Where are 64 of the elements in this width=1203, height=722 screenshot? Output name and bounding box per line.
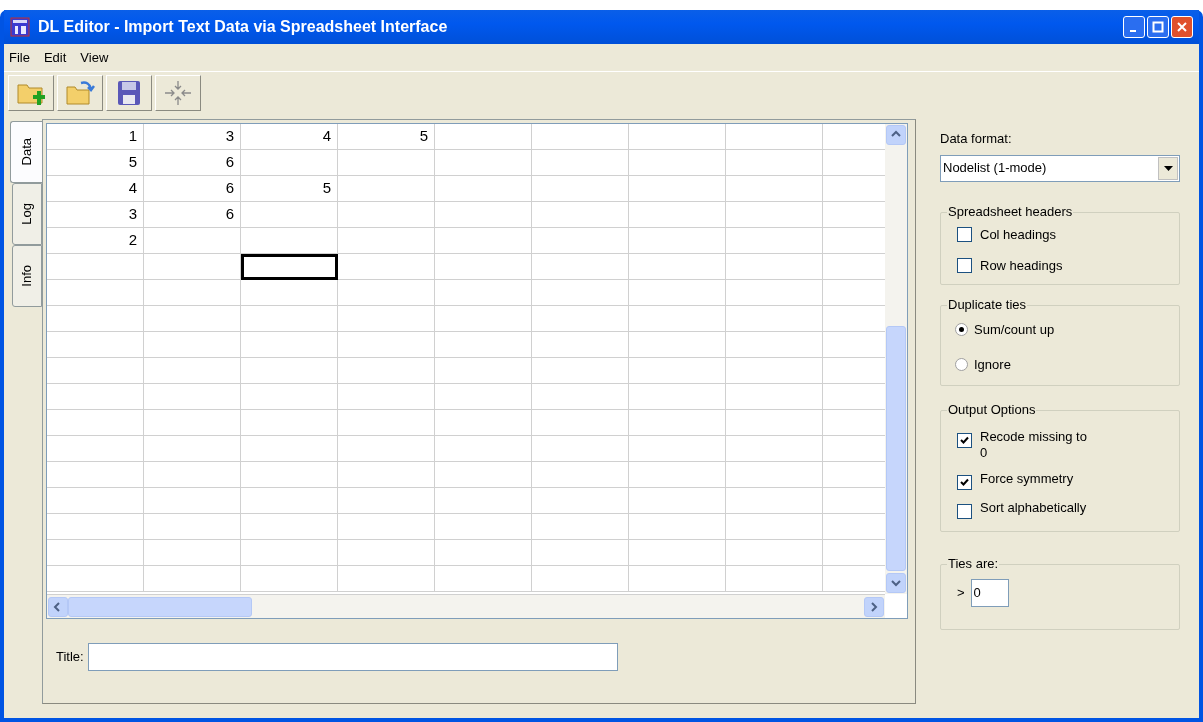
side-tab[interactable]: Info xyxy=(12,245,42,307)
option-label: Col headings xyxy=(980,225,1056,244)
operator-label: > xyxy=(957,583,965,602)
table-cell[interactable] xyxy=(241,254,338,280)
table-cell[interactable]: 2 xyxy=(47,228,144,254)
option-label: Sort alphabetically xyxy=(980,499,1088,516)
table-cell[interactable]: 6 xyxy=(144,150,241,176)
checkbox[interactable] xyxy=(957,503,972,519)
vertical-scrollbar[interactable] xyxy=(885,124,907,594)
table-cell[interactable]: 3 xyxy=(144,124,241,150)
scroll-right-button[interactable] xyxy=(864,596,884,617)
maximize-button[interactable] xyxy=(1147,16,1169,38)
scroll-left-button[interactable] xyxy=(48,596,68,617)
checkmark-icon xyxy=(960,477,969,487)
table-cell[interactable]: 4 xyxy=(241,124,338,150)
table-cell[interactable]: 5 xyxy=(47,150,144,176)
side-tab[interactable]: Log xyxy=(12,183,42,245)
checkbox[interactable] xyxy=(957,432,972,448)
minimize-button[interactable] xyxy=(1123,16,1145,38)
menu-item[interactable]: Edit xyxy=(43,47,67,68)
table-cell[interactable]: 5 xyxy=(338,124,435,150)
scroll-down-button[interactable] xyxy=(886,573,906,593)
close-icon xyxy=(1176,21,1188,33)
scroll-thumb[interactable] xyxy=(886,326,906,571)
option-label: Ignore xyxy=(974,356,1011,374)
scroll-thumb[interactable] xyxy=(68,596,252,617)
open-button[interactable] xyxy=(57,75,103,111)
title-field[interactable] xyxy=(87,643,618,671)
checkbox[interactable] xyxy=(957,226,972,242)
save-button[interactable] xyxy=(106,75,152,111)
minimize-icon xyxy=(1128,30,1137,32)
radio-button[interactable] xyxy=(955,358,968,372)
folder-arrow-icon xyxy=(65,79,95,107)
radio-button[interactable] xyxy=(955,322,968,336)
scroll-up-button[interactable] xyxy=(886,125,906,145)
option-label: Force symmetry xyxy=(980,470,1075,487)
window-title: DL Editor - Import Text Data via Spreadsheet Interface xyxy=(38,17,448,37)
ties-field[interactable]: 0 xyxy=(970,578,1009,607)
inward-arrows-icon xyxy=(163,79,193,107)
checkbox[interactable] xyxy=(957,474,972,490)
checkmark-icon xyxy=(960,435,969,445)
merge-button[interactable] xyxy=(155,75,201,111)
table-cell[interactable]: 3 xyxy=(47,202,144,228)
table-cell[interactable]: 6 xyxy=(144,202,241,228)
option-label: Row headings xyxy=(980,257,1063,275)
close-button[interactable] xyxy=(1171,16,1193,38)
new-button[interactable] xyxy=(8,75,54,111)
maximize-icon xyxy=(1152,21,1164,33)
field-label: Title: xyxy=(56,648,84,667)
data-format-dropdown[interactable]: Nodelist (1-mode) xyxy=(940,154,1180,182)
menu-item[interactable]: View xyxy=(80,47,109,68)
menu-item[interactable]: File xyxy=(9,47,30,68)
table-cell[interactable]: 1 xyxy=(47,124,144,150)
checkbox[interactable] xyxy=(957,258,972,274)
app-icon xyxy=(10,17,30,37)
option-label: Recode missing to 0 xyxy=(980,428,1088,461)
side-tab[interactable]: Data xyxy=(10,121,43,183)
horizontal-scrollbar[interactable] xyxy=(47,594,885,618)
caret-icon xyxy=(1163,165,1173,171)
option-label: Sum/count up xyxy=(974,320,1055,339)
table-cell[interactable]: 4 xyxy=(47,176,144,202)
table-cell[interactable]: 5 xyxy=(241,176,338,202)
table-cell[interactable]: 6 xyxy=(144,176,241,202)
field-label: Data format: xyxy=(940,130,1013,148)
